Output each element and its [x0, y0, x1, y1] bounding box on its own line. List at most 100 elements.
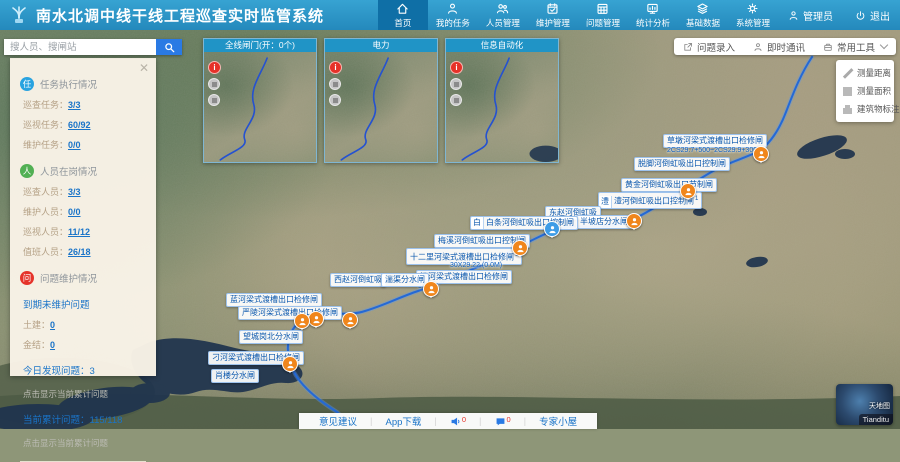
- chart-board-icon: [646, 2, 659, 15]
- bottom-bar: 意见建议 | App下载 | 0 | 0 | 专家小屋: [299, 413, 597, 429]
- inspector-marker[interactable]: [680, 183, 696, 199]
- chevron-down-icon: [880, 41, 888, 49]
- inspector-marker[interactable]: [626, 213, 642, 229]
- search-input[interactable]: [4, 39, 156, 55]
- inspector-marker[interactable]: [282, 356, 298, 372]
- person-figure-icon: [516, 244, 525, 253]
- home-icon: [396, 2, 409, 15]
- close-icon[interactable]: ✕: [139, 63, 149, 73]
- inspector-marker[interactable]: [512, 240, 528, 256]
- mini-panel-layer-button[interactable]: [450, 78, 462, 90]
- inspector-marker[interactable]: [423, 281, 439, 297]
- map-label[interactable]: 黄金河倒虹吸出口节制闸: [621, 178, 717, 192]
- section-badge-icon: 人: [20, 164, 34, 178]
- section-title: 人员在岗情况: [40, 164, 97, 178]
- mini-map-panel-2[interactable]: 信息自动化i: [445, 38, 559, 163]
- issue-category-row: 土建：0: [23, 318, 146, 331]
- map-label[interactable]: 严陵河梁式渡槽出口检修闸: [238, 306, 342, 320]
- inspector-marker[interactable]: [544, 221, 560, 237]
- mini-panel-alert-button[interactable]: i: [329, 61, 342, 74]
- mini-map-panel-1[interactable]: 电力 i: [324, 38, 438, 163]
- nav-item-2[interactable]: 人员管理: [478, 0, 528, 30]
- mini-map-body[interactable]: i: [325, 52, 437, 162]
- gear-icon: [746, 2, 759, 15]
- search-button[interactable]: [156, 39, 182, 55]
- broadcast-counter[interactable]: 0: [450, 416, 466, 427]
- issue-category-value[interactable]: 0: [50, 320, 55, 330]
- hint-text: 点击显示当前累计问题: [23, 388, 146, 400]
- stat-value[interactable]: 3/3: [68, 187, 81, 197]
- label-badge: 1: [695, 196, 698, 202]
- mini-map-panel-0[interactable]: 全线闸门(开：0个)i: [203, 38, 317, 163]
- map-label[interactable]: 半坡店分水闸: [576, 215, 632, 229]
- map-label[interactable]: 白白条河倒虹吸出口控制闸: [470, 216, 578, 230]
- map-label[interactable]: 草墩河梁式渡槽出口检修闸: [663, 134, 767, 148]
- stat-value[interactable]: 26/18: [68, 247, 91, 257]
- person-figure-icon: [346, 316, 355, 325]
- nav-item-5[interactable]: 统计分析: [628, 0, 678, 30]
- stat-value[interactable]: 0/0: [68, 140, 81, 150]
- stat-row: 值班人员：26/18: [23, 245, 146, 258]
- label-tag: 白: [471, 217, 484, 229]
- inspector-marker[interactable]: [294, 313, 310, 329]
- app-download-link[interactable]: App下载: [385, 414, 421, 428]
- mini-panel-title: 电力: [325, 39, 437, 52]
- inspector-marker[interactable]: [753, 146, 769, 162]
- inspector-marker[interactable]: [342, 312, 358, 328]
- area-icon: [843, 87, 852, 96]
- suggestions-link[interactable]: 意见建议: [319, 414, 357, 428]
- page-title: 南水北调中线干线工程巡查实时监管系统: [36, 5, 324, 26]
- person-figure-icon: [298, 317, 307, 326]
- mini-panel-alert-button[interactable]: i: [208, 61, 221, 74]
- map-label[interactable]: 脱脚河倒虹吸出口控制闸: [634, 157, 730, 171]
- inspector-marker[interactable]: [308, 311, 324, 327]
- map-label[interactable]: 湍渠分水闸: [381, 273, 429, 287]
- stat-value[interactable]: 3/3: [68, 100, 81, 110]
- common-tools-button[interactable]: 常用工具: [814, 40, 896, 54]
- nav-item-0[interactable]: 首页: [378, 0, 428, 30]
- chat-bubble-icon: [495, 416, 506, 427]
- nav-item-7[interactable]: 系统管理: [728, 0, 778, 30]
- dropdown-item-1[interactable]: 测量面积: [836, 82, 894, 100]
- person-figure-icon: [630, 217, 639, 226]
- common-tools-dropdown: 测量距离测量面积建筑物标注: [836, 60, 894, 122]
- stat-value[interactable]: 0/0: [68, 207, 81, 217]
- dropdown-item-2[interactable]: 建筑物标注: [836, 100, 894, 118]
- nav-item-1[interactable]: 我的任务: [428, 0, 478, 30]
- total-issues-link[interactable]: 当前累计问题：115/118: [23, 412, 146, 426]
- map-label[interactable]: 望城岗北分水闸: [239, 330, 303, 344]
- map-label[interactable]: 肖楼分水闸: [211, 369, 259, 383]
- person-figure-icon: [684, 187, 693, 196]
- expert-corner-link[interactable]: 专家小屋: [539, 414, 577, 428]
- nav-item-label: 基础数据: [686, 17, 720, 29]
- nav-item-4[interactable]: 问题管理: [578, 0, 628, 30]
- mini-panel-layer-button[interactable]: [208, 94, 220, 106]
- dropdown-item-0[interactable]: 测量距离: [836, 64, 894, 82]
- today-issues-link[interactable]: 今日发现问题：3: [23, 363, 146, 377]
- nav-item-6[interactable]: 基础数据: [678, 0, 728, 30]
- mini-map-body[interactable]: i: [446, 52, 558, 162]
- mini-panel-layer-button[interactable]: [450, 94, 462, 106]
- mini-panel-layer-button[interactable]: [208, 78, 220, 90]
- issue-entry-button[interactable]: 问题录入: [674, 40, 744, 54]
- nav-item-label: 问题管理: [586, 17, 620, 29]
- message-counter[interactable]: 0: [495, 416, 511, 427]
- label-tag: 澧: [599, 196, 612, 208]
- logout-button[interactable]: 退出: [870, 8, 890, 23]
- mini-panel-alert-button[interactable]: i: [450, 61, 463, 74]
- map-label[interactable]: 西赵河倒虹吸: [330, 273, 386, 287]
- current-user[interactable]: 管理员: [803, 8, 833, 23]
- instant-messaging-button[interactable]: 即时通讯: [744, 40, 814, 54]
- main-nav: 首页我的任务人员管理维护管理问题管理统计分析基础数据系统管理: [378, 0, 778, 30]
- mini-map-body[interactable]: i: [204, 52, 316, 162]
- mini-panel-layer-button[interactable]: [329, 78, 341, 90]
- overdue-issues-link[interactable]: 到期未维护问题: [23, 297, 146, 311]
- issue-category-value[interactable]: 0: [50, 340, 55, 350]
- nav-item-3[interactable]: 维护管理: [528, 0, 578, 30]
- stat-value[interactable]: 11/12: [68, 227, 90, 237]
- mini-panel-layer-button[interactable]: [329, 94, 341, 106]
- speaker-icon: [450, 416, 461, 427]
- export-icon: [683, 42, 693, 52]
- map-label[interactable]: 蓝河梁式渡槽出口检修闸: [226, 293, 322, 307]
- stat-value[interactable]: 60/92: [68, 120, 91, 130]
